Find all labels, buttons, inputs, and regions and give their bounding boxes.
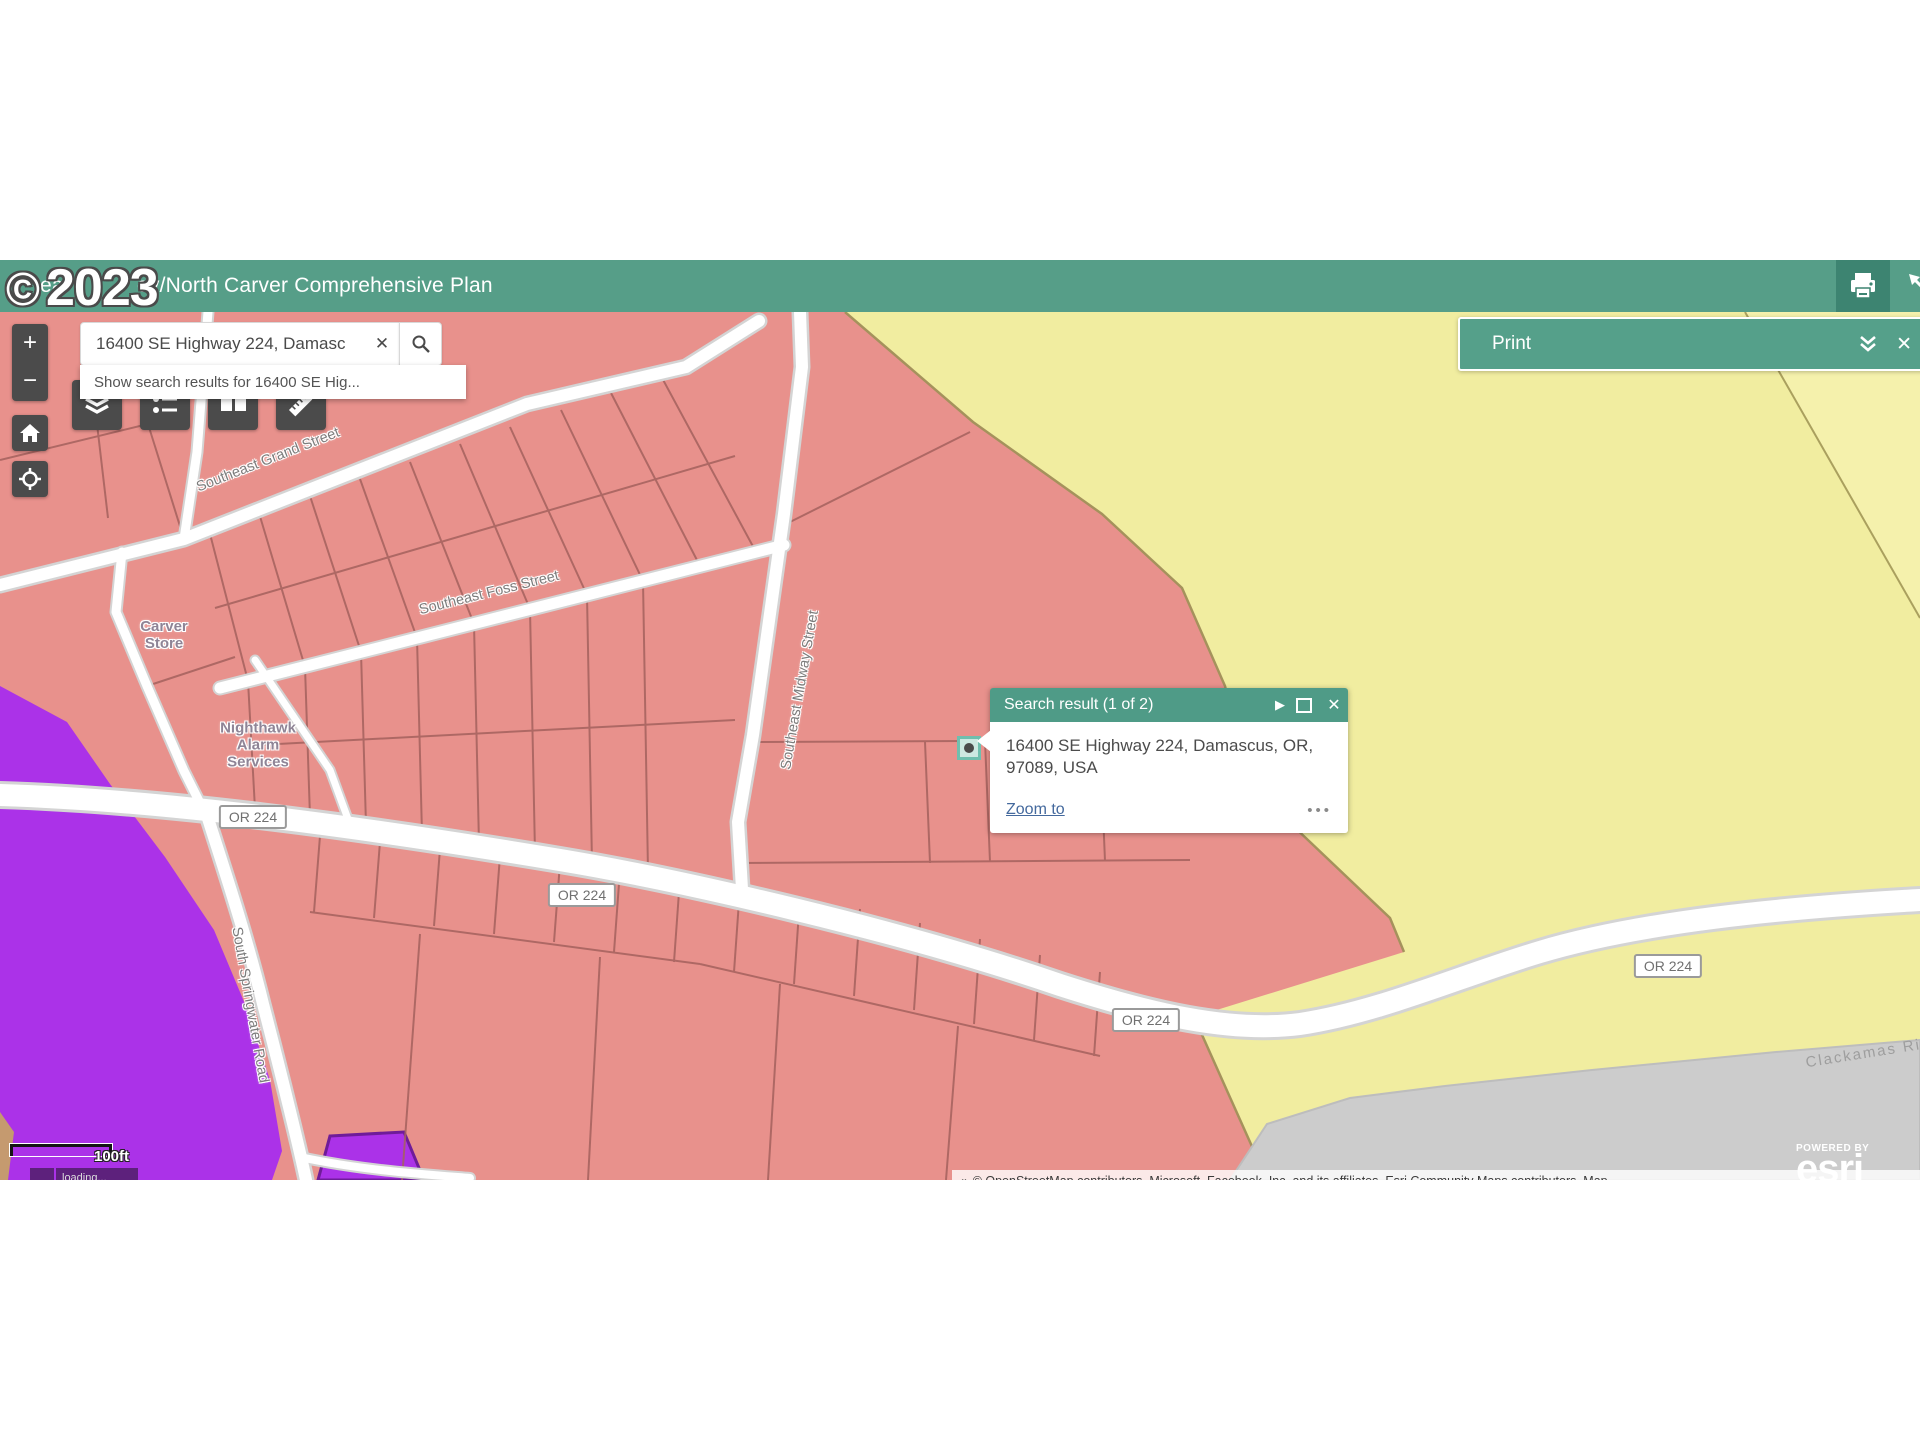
coordinates-text: loading... [56, 1168, 138, 1180]
popup-header: Search result (1 of 2) ▶ ✕ [990, 688, 1348, 722]
next-result-icon[interactable]: ▶ [1266, 697, 1294, 713]
attribution-toggle-icon[interactable]: « [952, 1170, 973, 1180]
zoom-to-link[interactable]: Zoom to [1006, 801, 1065, 819]
river-label: Clackamas Riv [1804, 1035, 1920, 1072]
attribution-bar: « © OpenStreetMap contributors, Microsof… [952, 1170, 1920, 1180]
grand-street-label: Southeast Grand Street [194, 425, 342, 496]
my-location-button[interactable] [12, 461, 48, 497]
maximize-icon[interactable] [1296, 698, 1312, 713]
scalebar: 100ft [10, 1144, 112, 1156]
app-title-prefix: ea [40, 274, 64, 298]
arrow-icon [1906, 271, 1920, 301]
print-panel: Print ✕ [1458, 317, 1920, 371]
attribution-text: © OpenStreetMap contributors, Microsoft,… [973, 1170, 1618, 1180]
route-badge-or224: OR 224 [1634, 954, 1702, 978]
print-panel-title: Print [1492, 333, 1858, 355]
coordinates-icon[interactable] [30, 1168, 54, 1180]
search-button[interactable] [399, 322, 442, 366]
search-box: ✕ [80, 322, 400, 366]
foss-street-label: Southeast Foss Street [417, 568, 560, 618]
chevron-double-down-icon [1858, 335, 1878, 353]
clear-search-icon[interactable]: ✕ [365, 334, 399, 354]
locate-icon [19, 468, 41, 490]
result-address-line2: 97089, USA [1006, 757, 1332, 779]
close-popup-icon[interactable]: ✕ [1320, 695, 1348, 715]
nighthawk-label: NighthawkAlarmServices [220, 720, 296, 771]
home-button[interactable] [12, 415, 48, 451]
marker-dot [964, 743, 974, 753]
scalebar-label: 100ft [94, 1148, 129, 1165]
carver-store-label: CarverStore [140, 618, 188, 652]
printer-icon [1849, 273, 1877, 299]
app-header: ea ey/North Carver Comprehensive Plan [0, 260, 1920, 312]
collapse-panel-button[interactable] [1858, 335, 1878, 353]
more-options-icon[interactable]: ••• [1307, 802, 1332, 819]
measure-button[interactable] [1894, 260, 1920, 312]
app-window: Southeast Grand Street Southeast Foss Str… [0, 0, 1920, 1440]
route-badge-or224: OR 224 [219, 805, 287, 829]
powered-by-esri: POWERED BY esri [1796, 1144, 1869, 1180]
springwater-road-label: South Springwater Road [228, 926, 271, 1084]
result-address-line1: 16400 SE Highway 224, Damascus, OR, [1006, 735, 1332, 757]
print-button[interactable] [1836, 260, 1890, 312]
coordinates-widget[interactable]: loading... [30, 1168, 138, 1180]
esri-logo: esri [1796, 1154, 1869, 1180]
popup-body: 16400 SE Highway 224, Damascus, OR, 9708… [990, 722, 1348, 833]
app-title: ey/North Carver Comprehensive Plan [137, 274, 493, 298]
search-icon [411, 334, 431, 354]
popup-pointer [977, 730, 991, 752]
route-badge-or224: OR 224 [548, 883, 616, 907]
route-badge-or224: OR 224 [1112, 1008, 1180, 1032]
search-result-popup: Search result (1 of 2) ▶ ✕ 16400 SE High… [990, 688, 1348, 833]
zoom-out-button[interactable]: − [12, 362, 48, 400]
search-suggestion-text: Show search results for 16400 SE Hig... [94, 374, 360, 391]
home-icon [20, 424, 40, 442]
zoom-in-button[interactable]: + [12, 324, 48, 362]
search-input[interactable] [94, 333, 365, 355]
search-suggestion[interactable]: Show search results for 16400 SE Hig... [80, 365, 466, 399]
zoom-control: + − [12, 324, 48, 401]
popup-title: Search result (1 of 2) [1004, 696, 1266, 714]
close-panel-icon[interactable]: ✕ [1896, 333, 1912, 356]
midway-street-label: Southeast Midway Street [778, 609, 822, 771]
